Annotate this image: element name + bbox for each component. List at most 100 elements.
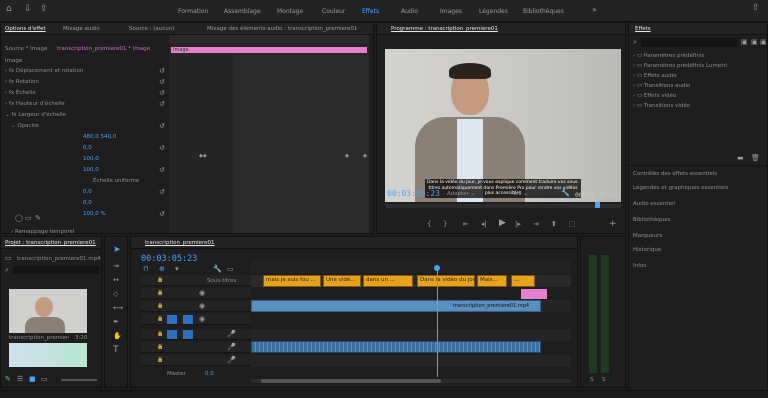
- caption-clip[interactable]: mais je suis fou ...: [263, 275, 321, 287]
- mark-out-icon[interactable]: }: [443, 221, 447, 228]
- workspace-images[interactable]: Images: [440, 8, 462, 15]
- master-value[interactable]: 0,0: [205, 371, 214, 377]
- add-marker-icon[interactable]: ▾: [175, 266, 179, 273]
- razor-icon[interactable]: ◇: [113, 291, 118, 298]
- section-history[interactable]: Historique: [633, 247, 661, 253]
- section-markers[interactable]: Marqueurs: [633, 233, 662, 239]
- eye-icon[interactable]: ◉: [199, 316, 205, 323]
- project-title[interactable]: Projet : transcription_premiere01: [5, 240, 96, 246]
- ripple-edit-icon[interactable]: ↔: [113, 277, 119, 284]
- effect-row-5[interactable]: ⌄ Opacité: [11, 123, 39, 129]
- 32bit-icon[interactable]: ▣: [751, 39, 758, 46]
- effect-row-2[interactable]: › fx Échelle: [5, 90, 36, 96]
- graphic-clip[interactable]: [521, 289, 547, 299]
- value-position[interactable]: 480,0 540,0: [83, 134, 116, 140]
- reset-icon[interactable]: ↺: [159, 145, 165, 152]
- target-a1[interactable]: [183, 330, 193, 339]
- reset-icon[interactable]: ↺: [159, 79, 165, 86]
- search-icon[interactable]: ⌕: [5, 267, 9, 274]
- import-icon[interactable]: ⇩: [24, 5, 32, 14]
- track-select-icon[interactable]: ⇥: [113, 263, 119, 270]
- captions-icon[interactable]: ▭: [227, 266, 234, 273]
- tab-audio-mixer[interactable]: Mixage audio: [63, 26, 100, 32]
- selection-tool-icon[interactable]: ➤: [113, 246, 121, 255]
- reset-icon[interactable]: ↺: [159, 90, 165, 97]
- value-anchor[interactable]: 0,0: [83, 200, 92, 206]
- effects-folder-5[interactable]: › ▭ Transitions vidéo: [633, 103, 690, 109]
- video-frame[interactable]: Dans la vidéo du jour, je vous explique …: [385, 49, 621, 202]
- mic-icon[interactable]: 🎤: [227, 344, 236, 351]
- workspace-effets[interactable]: Effets: [362, 8, 379, 15]
- section-essential-audio[interactable]: Audio essentiel: [633, 201, 675, 207]
- rectangle-mask-icon[interactable]: ▭: [25, 215, 32, 222]
- effects-title[interactable]: Effets: [635, 26, 651, 32]
- reset-icon[interactable]: ↺: [159, 211, 165, 218]
- keyframe-icon[interactable]: ◆: [345, 153, 349, 160]
- hand-tool-icon[interactable]: ✋: [113, 333, 122, 340]
- export-icon[interactable]: ⇪: [40, 5, 48, 14]
- timeline-scroll-thumb[interactable]: [261, 379, 441, 383]
- workspace-montage[interactable]: Montage: [277, 8, 303, 15]
- effects-folder-4[interactable]: › ▭ Effets vidéo: [633, 93, 676, 99]
- effect-row-6[interactable]: › Remappage temporel: [11, 229, 74, 235]
- pen-tool-icon[interactable]: ✒: [113, 319, 119, 326]
- step-back-icon[interactable]: ◂|: [481, 221, 487, 228]
- audio-clip-a1[interactable]: [251, 341, 541, 353]
- timeline-sequence-tab[interactable]: transcription_premiere01: [145, 240, 215, 246]
- workspace-couleur[interactable]: Couleur: [322, 8, 345, 15]
- mark-in-icon[interactable]: {: [427, 221, 431, 228]
- mic-icon[interactable]: 🎤: [227, 357, 236, 364]
- lock-icon[interactable]: 🔒: [157, 290, 163, 297]
- eye-icon[interactable]: ◉: [199, 303, 205, 310]
- export-frame-icon[interactable]: ⬚: [569, 221, 576, 228]
- step-forward-icon[interactable]: |▸: [515, 221, 521, 228]
- yuv-icon[interactable]: ▣: [760, 39, 767, 46]
- value-rotation[interactable]: 0,0: [83, 145, 92, 151]
- zoom-slider[interactable]: [61, 379, 97, 381]
- program-scrubber[interactable]: [385, 204, 621, 208]
- lock-icon[interactable]: 🔒: [157, 331, 163, 338]
- section-essential-effects[interactable]: Contrôles des effets essentiels: [633, 171, 717, 177]
- value-scale-height[interactable]: 100,0: [83, 167, 99, 173]
- lock-icon[interactable]: 🔒: [157, 303, 163, 310]
- resolution-dropdown[interactable]: 1/2 ⌄: [513, 191, 528, 197]
- type-tool-icon[interactable]: T: [113, 346, 119, 355]
- workspace-assemblage[interactable]: Assemblage: [224, 8, 261, 15]
- list-view-icon[interactable]: ☰: [17, 376, 23, 383]
- keyframe-icon[interactable]: ◆◆: [199, 153, 207, 160]
- project-search-input[interactable]: [13, 266, 99, 274]
- value-scale[interactable]: 100,0: [83, 156, 99, 162]
- meter-solo-right[interactable]: S: [602, 377, 606, 383]
- eye-icon[interactable]: ◉: [199, 290, 205, 297]
- project-thumbnail-2[interactable]: [9, 343, 87, 367]
- timeline-playhead[interactable]: [437, 267, 438, 377]
- ellipse-mask-icon[interactable]: ◯: [15, 215, 23, 222]
- reset-icon[interactable]: ↺: [159, 189, 165, 196]
- effect-row-3[interactable]: › fx Hauteur d'échelle: [5, 101, 65, 107]
- caption-clip[interactable]: ...: [511, 275, 535, 287]
- wrench-icon[interactable]: 🔧: [561, 190, 570, 197]
- wrench-icon[interactable]: 🔧: [213, 266, 222, 273]
- slip-tool-icon[interactable]: ⟷: [113, 305, 123, 312]
- program-timecode[interactable]: 00:03:05:23: [387, 189, 440, 198]
- clip-label[interactable]: transcription_premiere01 * Image: [57, 46, 150, 52]
- reset-icon[interactable]: ↺: [159, 68, 165, 75]
- workspace-legendes[interactable]: Légendes: [479, 8, 508, 15]
- lock-icon[interactable]: 🔒: [157, 344, 163, 351]
- effect-row-0[interactable]: › fx Déplacement et rotation: [5, 68, 83, 74]
- effects-folder-0[interactable]: › ▭ Paramètres prédéfinis: [633, 53, 704, 59]
- share-icon[interactable]: ⇧: [752, 4, 760, 13]
- workspace-audio[interactable]: Audio: [401, 8, 418, 15]
- caption-clip[interactable]: Dans la vidéo du jour...: [417, 275, 475, 287]
- mic-icon[interactable]: 🎤: [227, 331, 236, 338]
- pen-mask-icon[interactable]: ✎: [35, 215, 41, 222]
- effect-row-1[interactable]: › fx Rotation: [5, 79, 39, 85]
- home-icon[interactable]: ⌂: [6, 5, 12, 14]
- reset-icon[interactable]: ↺: [159, 167, 165, 174]
- lock-icon[interactable]: 🔒: [157, 316, 163, 323]
- value-antiflicker[interactable]: 100,0 %: [83, 211, 106, 217]
- source-patch-a1[interactable]: [167, 330, 177, 339]
- section-essential-graphics[interactable]: Légendes et graphiques essentiels: [633, 185, 729, 191]
- caption-clip[interactable]: dans un ...: [363, 275, 413, 287]
- new-bin-icon[interactable]: ▬: [737, 155, 744, 162]
